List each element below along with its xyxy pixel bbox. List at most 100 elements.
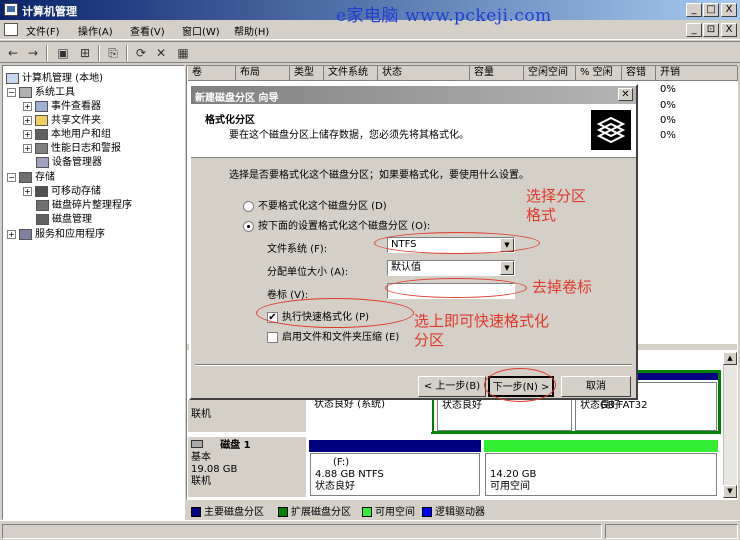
col-fault-tolerance[interactable]: 容错 [622,66,656,81]
legend-extended: 扩展磁盘分区 [278,503,351,518]
expand-icon[interactable]: + [23,101,32,111]
tree-services[interactable]: + 服务和应用程序 [7,225,105,240]
unallocated-space[interactable]: 14.20 GB 可用空间 [485,453,717,496]
col-volume[interactable]: 卷 [188,66,236,81]
radio-button[interactable] [243,200,254,212]
radio-no-format[interactable]: 不要格式化这个磁盘分区 (D) [243,197,387,212]
radio-format[interactable]: 按下面的设置格式化这个磁盘分区 (O): [243,217,430,232]
col-capacity[interactable]: 容量 [470,66,524,81]
mmc-doc-icon[interactable] [4,23,18,36]
expand-icon[interactable]: + [7,229,16,239]
back-arrow-icon[interactable]: ← [4,45,22,61]
chevron-down-icon[interactable]: ▼ [500,261,514,275]
scroll-down-icon[interactable]: ▼ [723,485,737,498]
toolbar: ← → ▣ ⊞ ⎘ ⟳ ✕ ▦ [0,41,740,63]
collapse-icon[interactable]: − [7,172,16,182]
disk1-free-bar [484,440,718,452]
disk1-label[interactable]: 磁盘 1 基本 19.08 GB 联机 [188,437,306,497]
expand-icon[interactable]: + [23,186,32,196]
tree-device-manager[interactable]: 设备管理器 [36,153,102,168]
tree-local-users[interactable]: + 本地用户和组 [23,125,111,140]
tree-system-tools[interactable]: − 系统工具 [7,83,75,98]
expand-icon[interactable]: + [23,115,32,125]
overhead-value: 0% [660,100,676,111]
wizard-step-title: 格式化分区 [205,115,255,126]
wizard-header: 格式化分区 要在这个磁盘分区上储存数据，您必须先将其格式化。 [191,104,636,158]
tree-shared-folders[interactable]: + 共享文件夹 [23,111,101,126]
close-button[interactable]: X [721,3,737,17]
collapse-icon[interactable]: − [7,87,16,97]
allocation-unit-label: 分配单位大小 (A): [267,267,349,278]
inner-restore-button[interactable]: ⊡ [703,23,719,37]
col-percent-free[interactable]: % 空闲 [576,66,622,81]
compression-checkbox[interactable]: 启用文件和文件夹压缩 (E) [267,328,399,343]
menu-view[interactable]: 查看(V) [130,23,165,38]
back-button[interactable]: < 上一步(B) [418,376,486,397]
forward-arrow-icon[interactable]: → [24,45,42,61]
properties-icon[interactable]: ⎘ [104,45,122,61]
annotation-format: 格式 [526,206,557,224]
computer-icon [6,72,19,84]
checkbox-icon[interactable] [267,331,278,343]
disk1-type: 基本 [191,452,211,463]
toolbar-separator [126,45,128,61]
tree-root[interactable]: 计算机管理 (本地) [6,69,103,84]
wizard-instruction: 选择是否要格式化这个磁盘分区；如果要格式化，要使用什么设置。 [229,170,529,181]
wizard-title-bar[interactable]: 新建磁盘分区 向导 ✕ [191,86,636,104]
disk0-label[interactable]: 联机 [188,400,306,432]
col-status[interactable]: 状态 [378,66,470,81]
primary-swatch [191,507,201,517]
graphical-view-scrollbar[interactable] [723,352,737,498]
show-hide-tree-icon[interactable]: ⊞ [76,45,94,61]
inner-close-button[interactable]: X [721,23,737,37]
col-type[interactable]: 类型 [290,66,324,81]
up-folder-icon[interactable]: ▣ [54,45,72,61]
overhead-value: 0% [660,84,676,95]
menu-help[interactable]: 帮助(H) [234,23,269,38]
tree-event-viewer[interactable]: + 事件查看器 [23,97,101,112]
storage-icon [19,171,32,183]
disk0-status: 联机 [191,409,211,420]
maximize-button[interactable]: □ [703,3,719,17]
tree-defrag[interactable]: 磁盘碎片整理程序 [36,196,132,211]
volume-f-status: 状态良好 [315,481,355,492]
allocation-unit-select[interactable]: 默认值 ▼ [387,260,515,276]
inner-minimize-button[interactable]: _ [686,23,702,37]
expand-icon[interactable]: + [23,129,32,139]
expand-icon[interactable]: + [23,143,32,153]
col-filesystem[interactable]: 文件系统 [324,66,378,81]
menu-action[interactable]: 操作(A) [78,23,113,38]
col-free-space[interactable]: 空闲空间 [524,66,576,81]
disk-management-icon [36,213,49,225]
annotation-remove-label: 去掉卷标 [532,278,593,296]
menu-window[interactable]: 窗口(W) [182,23,220,38]
volume-f[interactable]: (F:) 4.88 GB NTFS 状态良好 [310,453,480,496]
cancel-button[interactable]: 取消 [561,376,631,397]
filesystem-label: 文件系统 (F): [267,244,328,255]
delete-icon[interactable]: ✕ [152,45,170,61]
toolbar-separator [46,45,48,61]
tree-disk-management[interactable]: 磁盘管理 [36,210,92,225]
overhead-value: 0% [660,130,676,141]
scroll-up-icon[interactable]: ▲ [723,352,737,365]
extended-swatch [278,507,288,517]
status-cell [605,524,738,539]
disk0-vol3-size: GB FAT32 [600,400,648,411]
window-title-bar[interactable]: 计算机管理 e家电脑 www.pckeji.com _ □ X [0,0,740,26]
disk1-status: 联机 [191,476,211,487]
computer-management-icon [4,3,18,16]
col-overhead[interactable]: 开销 [656,66,738,81]
tree-perf-logs[interactable]: + 性能日志和警报 [23,139,121,154]
annotation-oval-quick-format [256,298,414,328]
refresh-icon[interactable]: ⟳ [132,45,150,61]
tree-storage[interactable]: − 存储 [7,168,55,183]
col-layout[interactable]: 布局 [236,66,290,81]
radio-button[interactable] [243,220,254,232]
tree-removable[interactable]: + 可移动存储 [23,182,101,197]
export-icon[interactable]: ▦ [174,45,192,61]
window-title: 计算机管理 [22,5,77,18]
menu-file[interactable]: 文件(F) [26,23,60,38]
minimize-button[interactable]: _ [686,3,702,17]
wizard-close-button[interactable]: ✕ [618,88,633,101]
annotation-quick-format: 选上即可快速格式化 [414,312,550,330]
